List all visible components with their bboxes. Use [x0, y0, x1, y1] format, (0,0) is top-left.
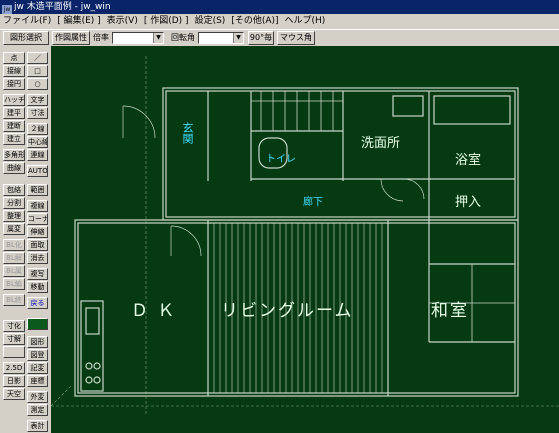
tool-auto[interactable]: AUTO: [27, 165, 48, 177]
tool-tangent-line[interactable]: 接線: [3, 65, 25, 77]
tool-corner[interactable]: コーナー: [27, 213, 48, 225]
tool-external-change[interactable]: 外変: [27, 391, 48, 403]
tool-coordinates[interactable]: 座標: [27, 375, 48, 387]
tool-undo[interactable]: 戻る: [27, 297, 48, 309]
tool-bl-make[interactable]: BL化: [3, 239, 25, 251]
select-shape-button[interactable]: 図形選択: [3, 31, 49, 45]
tool-dim-make[interactable]: 寸化: [3, 320, 25, 332]
mouse-angle-button[interactable]: マウス角: [277, 31, 315, 45]
room-washitsu: 和室: [431, 301, 469, 321]
stairs: [251, 91, 343, 131]
tool-rect[interactable]: □: [27, 65, 48, 77]
tool-cleanup[interactable]: 整理: [3, 210, 25, 222]
tool-stretch[interactable]: 伸縮: [27, 226, 48, 238]
tool-2-5d[interactable]: 2.5D: [3, 362, 25, 374]
walls: [74, 87, 519, 397]
draw-attr-button[interactable]: 作図属性: [52, 31, 90, 45]
toolbar: 図形選択 作図属性 倍率 ▼ 回転角 ▼ 90°毎 マウス角: [0, 29, 559, 45]
door-swings: [122, 105, 425, 257]
tool-range[interactable]: 範囲: [27, 184, 48, 196]
tool-figure-register[interactable]: 図登: [27, 349, 48, 361]
tool-connect-line[interactable]: 連線: [27, 149, 48, 161]
tool-bl-attr[interactable]: BL属: [3, 265, 25, 277]
tool-line[interactable]: ／: [27, 52, 48, 64]
tool-dim-break[interactable]: 寸解: [3, 333, 25, 345]
deg90-button[interactable]: 90°毎: [248, 31, 274, 45]
tool-bl-break[interactable]: BL解: [3, 252, 25, 264]
tool-table-calc[interactable]: 表計: [27, 420, 48, 432]
angle-label: 回転角: [171, 33, 195, 42]
app-window: jw jw 木造平面例 - jw_win ファイル(F)[ 編集(E) ] 表示(V…: [0, 0, 559, 433]
tool-figure[interactable]: 図形: [27, 336, 48, 348]
tool-hatch[interactable]: ハッチ: [3, 94, 25, 106]
room-senmenjo: 洗面所: [361, 136, 401, 151]
tool-plan[interactable]: 建平: [3, 107, 25, 119]
tool-blank[interactable]: [3, 346, 25, 358]
tool-center-line[interactable]: 中心線: [27, 136, 48, 148]
room-toilet: トイレ: [266, 154, 296, 165]
angle-combo[interactable]: ▼: [198, 32, 244, 44]
tool-section[interactable]: 建断: [3, 120, 25, 132]
grid-lines: [51, 56, 559, 416]
tool-offset[interactable]: 複線: [27, 200, 48, 212]
room-yokushitsu: 浴室: [455, 153, 482, 168]
tool-envelope[interactable]: 包絡: [3, 184, 25, 196]
tool-text[interactable]: 文字: [27, 94, 48, 106]
menu-help[interactable]: ヘルプ(H): [282, 14, 329, 28]
tool-move[interactable]: 移動: [27, 281, 48, 293]
menu-bar: ファイル(F)[ 編集(E) ] 表示(V)[ 作図(D) ] 設定(S) [その他(…: [0, 14, 559, 28]
menu-other[interactable]: [その他(A)]: [228, 14, 281, 28]
menu-view[interactable]: 表示(V): [104, 14, 141, 28]
tool-dimension[interactable]: 寸法: [27, 107, 48, 119]
tool-double-line[interactable]: ２線: [27, 123, 48, 135]
tool-attr-change[interactable]: 属変: [3, 223, 25, 235]
menu-edit[interactable]: [ 編集(E) ]: [54, 14, 103, 28]
tool-circle[interactable]: ○: [27, 78, 48, 90]
tool-bl-end[interactable]: BL終: [3, 294, 25, 306]
title-bar: jw jw 木造平面例 - jw_win: [0, 0, 559, 15]
tool-chamfer[interactable]: 面取: [27, 239, 48, 251]
window-title: jw 木造平面例 - jw_win: [14, 2, 111, 12]
tool-measure[interactable]: 測定: [27, 404, 48, 416]
drawing-canvas[interactable]: 玄関 トイレ 洗面所 浴室 廊下 押入 Ｄ Ｋ リビングルーム 和室: [51, 46, 559, 433]
tool-record-change[interactable]: 記変: [27, 362, 48, 374]
tool-elevation[interactable]: 建立: [3, 133, 25, 145]
dropdown-arrow-icon[interactable]: ▼: [153, 33, 163, 43]
tool-copy[interactable]: 複写: [27, 268, 48, 280]
floor-plan-drawing: [51, 56, 559, 416]
room-genkan: 玄関: [181, 122, 194, 144]
layer-color-swatch[interactable]: [27, 318, 48, 330]
tool-divide[interactable]: 分割: [3, 197, 25, 209]
menu-file[interactable]: ファイル(F): [0, 14, 54, 28]
tool-tangent-circle[interactable]: 接円: [3, 78, 25, 90]
room-oshiire: 押入: [455, 195, 482, 210]
tool-bl-edit[interactable]: BL編: [3, 278, 25, 290]
dropdown-arrow-icon[interactable]: ▼: [233, 33, 243, 43]
menu-draw[interactable]: [ 作図(D) ]: [141, 14, 192, 28]
tool-curve[interactable]: 曲線: [3, 162, 25, 174]
scale-combo[interactable]: ▼: [112, 32, 164, 44]
tool-palette: 点 接線 接円 ハッチ 建平 建断 建立 多角形 曲線 包絡 分割 整理 属変 …: [0, 46, 50, 433]
menu-settings[interactable]: 設定(S): [192, 14, 229, 28]
room-living: リビングルーム: [221, 301, 354, 321]
room-dk: Ｄ Ｋ: [131, 301, 177, 321]
room-roka: 廊下: [303, 197, 323, 208]
tool-point[interactable]: 点: [3, 52, 25, 64]
tool-shadow[interactable]: 日影: [3, 375, 25, 387]
tool-erase[interactable]: 消去: [27, 252, 48, 264]
tool-sky[interactable]: 天空: [3, 388, 25, 400]
scale-label: 倍率: [93, 33, 109, 42]
tool-polygon[interactable]: 多角形: [3, 149, 25, 161]
